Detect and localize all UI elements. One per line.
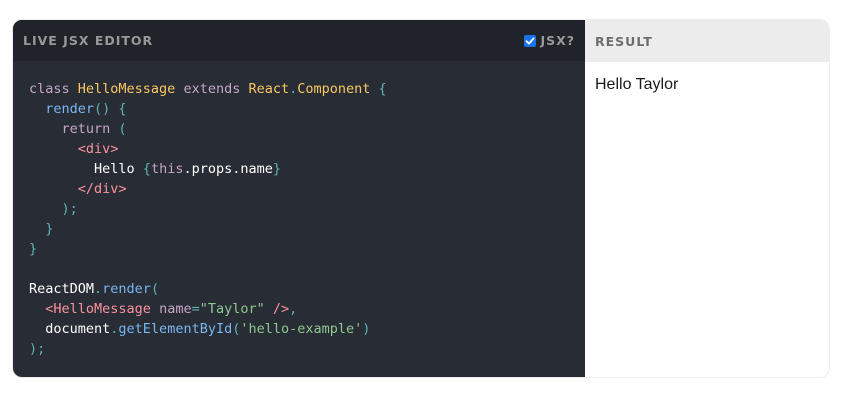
code-token-plain: document — [29, 321, 111, 337]
code-token-tag: div — [85, 141, 111, 157]
code-token-punct: } — [272, 161, 281, 177]
code-token-attr: name — [150, 301, 192, 317]
editor-title: Live JSX Editor — [23, 33, 154, 48]
jsx-toggle-label: JSX? — [540, 33, 575, 48]
code-token-plain: .props.name — [183, 161, 273, 177]
code-line: </div> — [29, 181, 127, 197]
code-line: } — [29, 221, 53, 237]
code-token-punct: ); — [29, 341, 46, 357]
code-token-punct: ( — [150, 281, 160, 297]
code-token-punct: ); — [29, 201, 78, 217]
code-token-punct: . — [94, 281, 103, 297]
jsx-checkbox[interactable] — [524, 34, 537, 47]
code-token-punct: } — [29, 241, 38, 257]
checkmark-icon — [526, 37, 535, 44]
code-line: } — [29, 241, 37, 257]
code-line: document.getElementById('hello-example') — [29, 321, 370, 337]
code-line: <div> — [29, 141, 119, 157]
code-token-plain: ReactDOM — [29, 281, 95, 297]
code-token-punct: ) — [362, 321, 371, 337]
code-token-keyword: return — [61, 121, 111, 137]
editor-panel: Live JSX Editor JSX? class HelloMessage … — [13, 20, 585, 377]
code-editor[interactable]: class HelloMessage extends React. Compone… — [13, 61, 585, 377]
code-token-punct: = — [191, 301, 200, 317]
result-output: Hello Taylor — [595, 76, 679, 93]
jsx-toggle[interactable]: JSX? — [524, 33, 575, 48]
code-token-fn: getElementById — [118, 321, 233, 337]
code-line: ); — [29, 201, 78, 217]
code-token-class: React — [248, 81, 290, 97]
code-token-tag: div — [94, 181, 119, 197]
code-token-keyword: extends — [175, 81, 249, 97]
code-token-tag: < — [77, 141, 86, 157]
code-line: <HelloMessage name="Taylor" />, — [29, 301, 297, 317]
code-token-keyword: this — [150, 161, 184, 177]
code-line: ); — [29, 341, 45, 357]
code-token-punct: , — [289, 301, 298, 317]
code-token-string: "Taylor" — [199, 301, 265, 317]
code-token-punct: { — [142, 161, 151, 177]
editor-header: Live JSX Editor JSX? — [13, 20, 585, 61]
code-token-tag: <HelloMessage — [45, 301, 151, 317]
code-token-tag: > — [118, 181, 127, 197]
code-line: return ( — [29, 121, 127, 137]
code-line: render() { — [29, 101, 127, 117]
code-token-tag: </ — [77, 181, 95, 197]
code-line: ReactDOM.render( — [29, 281, 159, 297]
code-token-class: Component — [297, 81, 371, 97]
code-token-tag: /> — [264, 301, 290, 317]
code-token-punct: () { — [94, 101, 127, 117]
code-token-punct: { — [370, 81, 387, 97]
code-token-tag: > — [110, 141, 119, 157]
code-token-fn: render — [45, 101, 95, 117]
code-token-punct: ( — [110, 121, 127, 137]
result-panel: Result Hello Taylor — [585, 20, 829, 377]
code-token-class: HelloMessage — [77, 81, 176, 97]
code-token-keyword: class — [29, 81, 78, 97]
code-token-plain: Hello — [29, 161, 143, 177]
code-line: Hello {this.props.name} — [29, 161, 281, 177]
code-token-string: 'hello-example' — [240, 321, 363, 337]
live-editor-widget: Live JSX Editor JSX? class HelloMessage … — [12, 19, 830, 378]
code-line: class HelloMessage extends React.Compone… — [29, 81, 387, 97]
result-header: Result — [585, 20, 829, 62]
code-token-punct: } — [29, 221, 54, 237]
code-token-fn: render — [102, 281, 151, 297]
